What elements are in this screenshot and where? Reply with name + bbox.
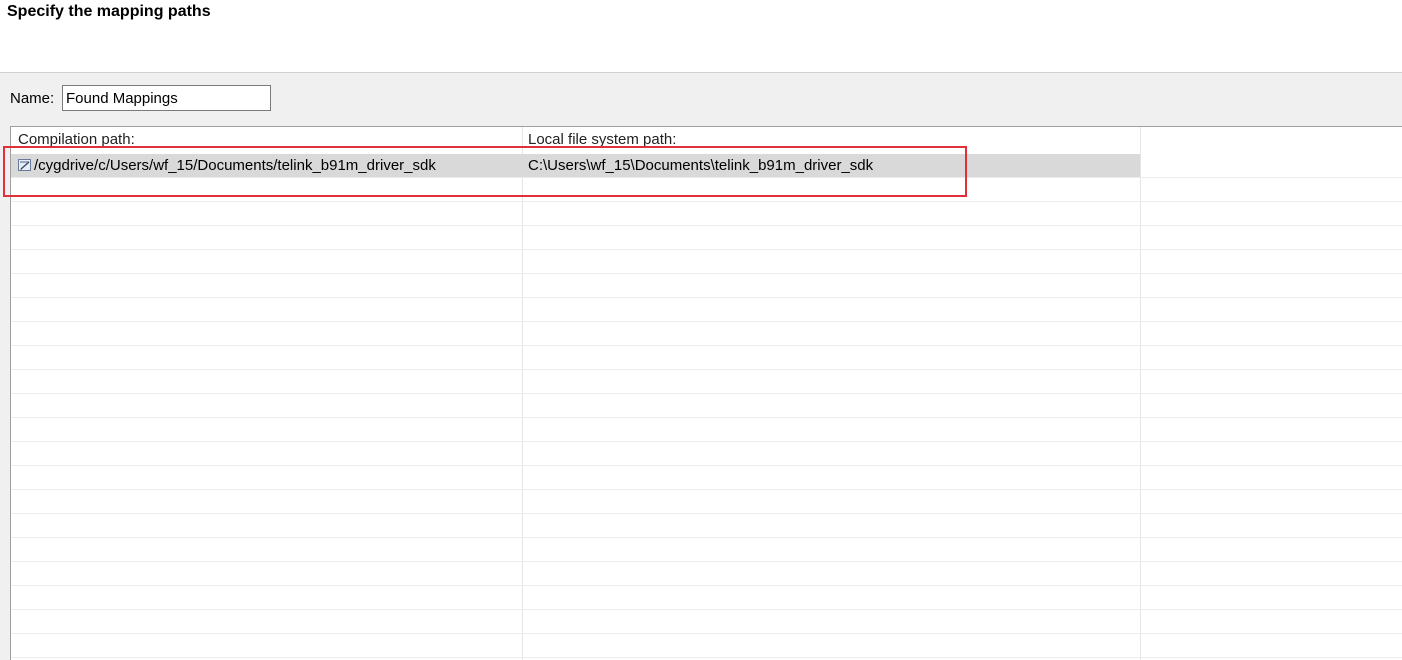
empty-row (11, 514, 1402, 538)
empty-row (11, 490, 1402, 514)
page-title: Specify the mapping paths (7, 3, 211, 20)
empty-row (11, 226, 1402, 250)
empty-row (11, 394, 1402, 418)
name-label: Name: (10, 90, 55, 107)
name-row: Name: (0, 74, 1402, 126)
empty-row (11, 274, 1402, 298)
wizard-header: Specify the mapping paths (0, 0, 1402, 73)
empty-row (11, 586, 1402, 610)
mapping-table: Compilation path: Local file system path… (10, 126, 1402, 660)
empty-row (11, 346, 1402, 370)
name-input[interactable] (62, 85, 271, 111)
empty-row (11, 442, 1402, 466)
column-header-compilation-path[interactable]: Compilation path: (18, 131, 135, 148)
empty-row (11, 370, 1402, 394)
empty-row (11, 466, 1402, 490)
path-mapping-icon (18, 159, 31, 171)
cell-compilation-path[interactable]: /cygdrive/c/Users/wf_15/Documents/telink… (34, 157, 436, 174)
empty-row (11, 538, 1402, 562)
column-header-local-path[interactable]: Local file system path: (528, 131, 676, 148)
empty-row (11, 178, 1402, 202)
empty-row (11, 562, 1402, 586)
empty-row (11, 610, 1402, 634)
empty-row (11, 418, 1402, 442)
table-row[interactable]: /cygdrive/c/Users/wf_15/Documents/telink… (11, 154, 1402, 178)
empty-row (11, 322, 1402, 346)
empty-row (11, 250, 1402, 274)
empty-row (11, 202, 1402, 226)
cell-local-path[interactable]: C:\Users\wf_15\Documents\telink_b91m_dri… (528, 157, 873, 174)
empty-row (11, 634, 1402, 658)
empty-row (11, 298, 1402, 322)
